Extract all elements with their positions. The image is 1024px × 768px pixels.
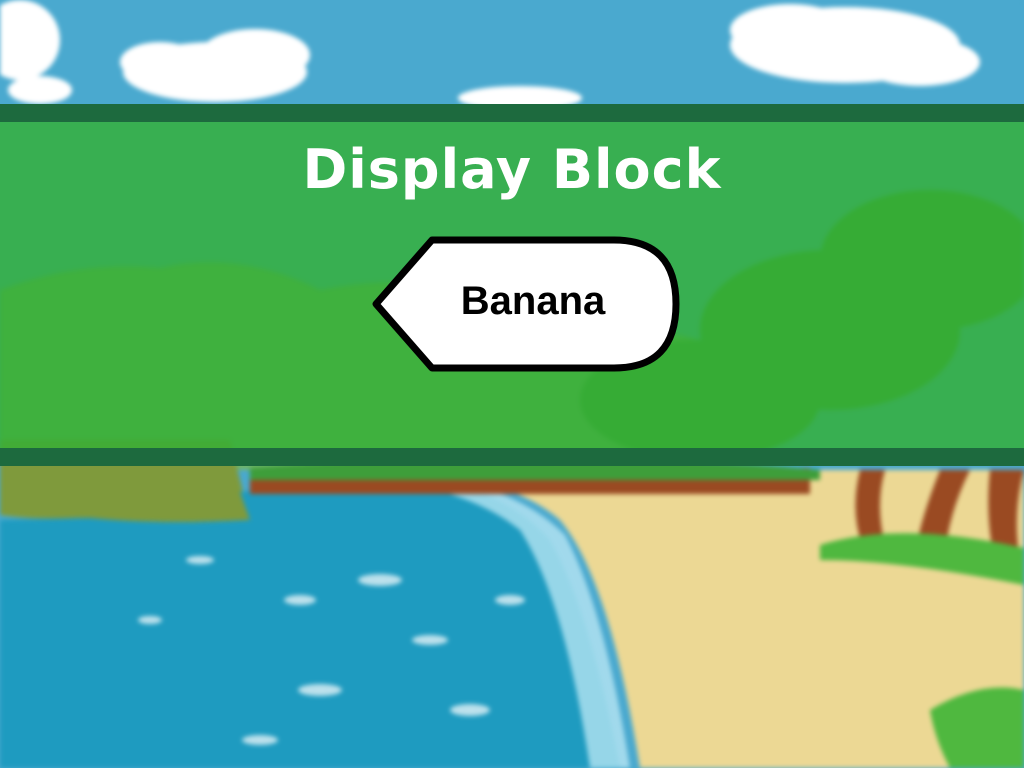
block-label: Banana (460, 279, 606, 323)
display-block[interactable]: Banana (370, 236, 680, 372)
screen-title: Display Block (302, 138, 722, 201)
game-screen: Display Block Banana (0, 0, 1024, 768)
